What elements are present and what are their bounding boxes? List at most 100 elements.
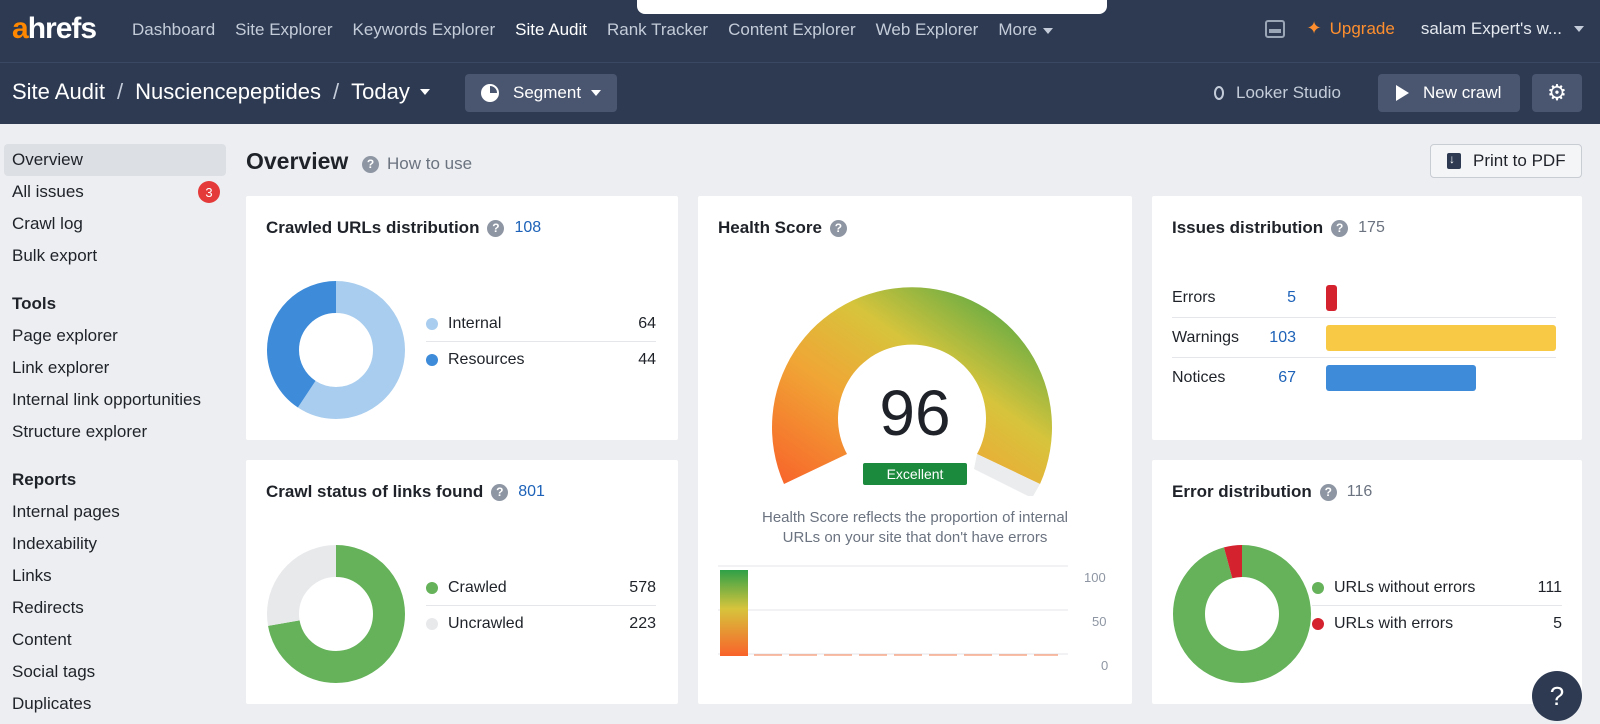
health-score-card: Health Score ? 96 Excellent Health Score…: [698, 196, 1132, 704]
error-legend: URLs without errors 111 URLs with errors…: [1312, 570, 1562, 642]
gear-icon: ⚙: [1547, 80, 1567, 105]
legend-value: 111: [1537, 578, 1562, 596]
legend-label: URLs without errors: [1334, 578, 1476, 596]
legend-row[interactable]: URLs with errors 5: [1312, 606, 1562, 642]
sidebar-item-content[interactable]: Content: [4, 624, 226, 656]
legend-row[interactable]: Crawled 578: [426, 570, 656, 606]
upgrade-link[interactable]: ✦ Upgrade: [1307, 18, 1395, 39]
health-score-value: 96: [879, 377, 951, 449]
settings-button[interactable]: ⚙: [1532, 74, 1582, 112]
sidebar-item-social-tags[interactable]: Social tags: [4, 656, 226, 688]
card-title-text: Issues distribution: [1172, 218, 1324, 237]
main-nav: Dashboard Site Explorer Keywords Explore…: [132, 20, 1073, 40]
help-icon[interactable]: ?: [487, 219, 505, 237]
card-title-text: Crawl status of links found: [266, 482, 484, 501]
sidebar-heading-reports: Reports: [12, 470, 77, 489]
crumb-site-audit[interactable]: Site Audit: [12, 79, 105, 105]
sidebar-item-crawl-log[interactable]: Crawl log: [4, 208, 226, 240]
legend-dot: [426, 581, 438, 594]
sidebar-item-structure-explorer[interactable]: Structure explorer: [4, 416, 226, 448]
legend-row[interactable]: URLs without errors 111: [1312, 570, 1562, 606]
issue-label: Notices: [1172, 369, 1226, 386]
pie-chart-icon: [481, 84, 499, 102]
crawled-urls-card: Crawled URLs distribution ? 108 Internal…: [246, 196, 678, 440]
issue-row-notices[interactable]: Notices 67: [1172, 358, 1556, 398]
how-to-use-link[interactable]: ? How to use: [362, 154, 472, 174]
crumb-project[interactable]: Nusciencepeptides: [135, 79, 321, 105]
error-distribution-card: Error distribution ? 116 URLs without er…: [1152, 460, 1582, 704]
nav-more[interactable]: More: [998, 20, 1054, 40]
help-icon[interactable]: ?: [1319, 483, 1337, 501]
legend-row[interactable]: Internal 64: [426, 306, 656, 342]
account-label: salam Expert's w...: [1420, 18, 1562, 38]
health-rating-badge: Excellent: [863, 463, 967, 485]
issue-value: 67: [1278, 369, 1296, 386]
sidebar-item-redirects[interactable]: Redirects: [4, 592, 226, 624]
legend-dot: [426, 317, 438, 330]
sidebar-item-bulk-export[interactable]: Bulk export: [4, 240, 226, 272]
print-to-pdf-button[interactable]: Print to PDF: [1430, 144, 1582, 178]
crawl-status-total[interactable]: 801: [518, 483, 545, 501]
legend-value: 5: [1553, 615, 1562, 632]
history-bar: [720, 570, 748, 656]
warnings-bar: [1326, 324, 1556, 351]
inbox-icon[interactable]: [1264, 19, 1285, 38]
sidebar: Overview All issues 3 Crawl log Bulk exp…: [0, 124, 232, 724]
issue-label: Errors: [1172, 288, 1216, 306]
nav-rank-tracker[interactable]: Rank Tracker: [607, 20, 708, 40]
looker-studio-link[interactable]: Looker Studio: [1214, 83, 1341, 103]
notices-bar: [1326, 365, 1476, 391]
axis-label-50: 50: [1092, 614, 1107, 629]
chevron-down-icon: [591, 90, 602, 96]
chevron-down-icon[interactable]: [419, 89, 430, 95]
legend-dot: [1312, 581, 1324, 594]
sidebar-item-duplicates[interactable]: Duplicates: [4, 688, 226, 720]
nav-site-audit[interactable]: Site Audit: [515, 20, 587, 40]
sidebar-item-links[interactable]: Links: [4, 560, 226, 592]
card-title: Issues distribution ? 175: [1172, 218, 1385, 238]
sidebar-item-internal-pages[interactable]: Internal pages: [4, 496, 226, 528]
sidebar-item-overview[interactable]: Overview: [4, 144, 226, 176]
sidebar-item-page-explorer[interactable]: Page explorer: [4, 320, 226, 352]
legend-row[interactable]: Uncrawled 223: [426, 606, 656, 642]
issue-label: Warnings: [1172, 328, 1239, 346]
sidebar-item-internal-link-opportunities[interactable]: Internal link opportunities: [4, 384, 226, 416]
crawled-legend: Internal 64 Resources 44: [426, 306, 656, 378]
nav-site-explorer[interactable]: Site Explorer: [235, 20, 332, 40]
help-icon[interactable]: ?: [1331, 219, 1349, 237]
legend-dot: [1312, 618, 1324, 630]
nav-right: ✦ Upgrade salam Expert's w...: [1264, 18, 1600, 39]
account-menu[interactable]: salam Expert's w...: [1421, 19, 1584, 39]
legend-row[interactable]: Resources 44: [426, 342, 656, 378]
issue-value: 5: [1287, 288, 1296, 306]
nav-web-explorer[interactable]: Web Explorer: [876, 20, 979, 40]
legend-dot: [426, 618, 438, 630]
segment-button[interactable]: Segment: [465, 74, 617, 112]
new-crawl-button[interactable]: New crawl: [1378, 74, 1520, 112]
help-icon[interactable]: ?: [829, 219, 847, 237]
health-description: Health Score reflects the proportion of …: [698, 508, 1132, 548]
issue-row-warnings[interactable]: Warnings 103: [1172, 318, 1556, 358]
ahrefs-logo[interactable]: ahrefs: [12, 12, 97, 46]
help-icon[interactable]: ?: [491, 483, 509, 501]
sidebar-item-link-explorer[interactable]: Link explorer: [4, 352, 226, 384]
print-label: Print to PDF: [1473, 151, 1566, 170]
sidebar-item-all-issues[interactable]: All issues 3: [4, 176, 226, 208]
nav-dashboard[interactable]: Dashboard: [132, 20, 215, 40]
health-history-chart: [718, 565, 1068, 656]
top-nav: ahrefs Dashboard Site Explorer Keywords …: [0, 0, 1600, 62]
crumb-separator: /: [116, 79, 124, 104]
project-header: Site Audit / Nusciencepeptides / Today S…: [0, 62, 1600, 124]
crumb-date[interactable]: Today: [351, 79, 410, 105]
nav-content-explorer[interactable]: Content Explorer: [728, 20, 856, 40]
crawled-donut: [267, 281, 405, 419]
issue-row-errors[interactable]: Errors 5: [1172, 278, 1556, 318]
help-chat-button[interactable]: ?: [1532, 671, 1582, 721]
nav-more-label: More: [998, 20, 1038, 39]
logo-a: a: [12, 12, 29, 45]
nav-keywords-explorer[interactable]: Keywords Explorer: [353, 20, 496, 40]
crawled-total[interactable]: 108: [514, 219, 541, 237]
legend-label: Uncrawled: [448, 615, 524, 632]
segment-label: Segment: [513, 83, 582, 102]
sidebar-item-indexability[interactable]: Indexability: [4, 528, 226, 560]
